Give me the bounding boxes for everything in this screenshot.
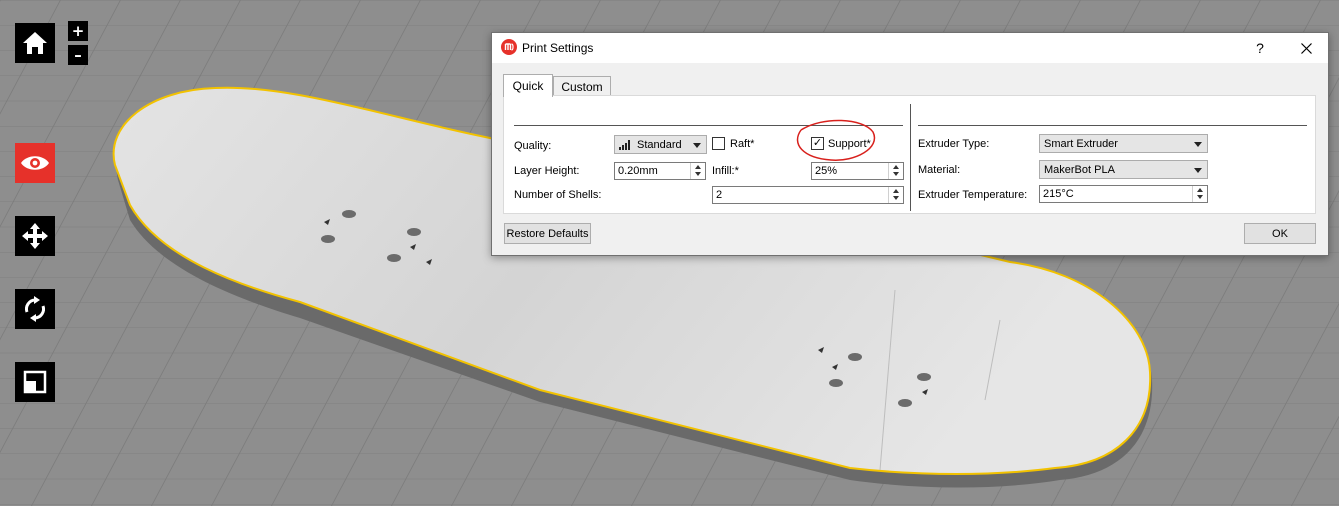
- scale-button[interactable]: [15, 362, 55, 402]
- chevron-down-icon: [1194, 168, 1202, 173]
- extruder-temperature-spinbox[interactable]: 215°C: [1039, 185, 1208, 203]
- spin-up-icon[interactable]: [1193, 186, 1207, 194]
- chevron-down-icon: [693, 143, 701, 148]
- infill-spinbox[interactable]: 25%: [811, 162, 904, 180]
- shells-stepper[interactable]: [888, 187, 903, 203]
- chevron-down-icon: [1194, 142, 1202, 147]
- rotate-button[interactable]: [15, 289, 55, 329]
- spin-down-icon[interactable]: [1193, 194, 1207, 202]
- spin-up-icon[interactable]: [889, 163, 903, 171]
- extruder-temperature-value: 215°C: [1043, 188, 1074, 200]
- move-button[interactable]: [15, 216, 55, 256]
- zoom-in-label: +: [71, 21, 85, 40]
- restore-defaults-button[interactable]: Restore Defaults: [504, 223, 591, 244]
- layer-height-value: 0.20mm: [618, 165, 658, 177]
- print-settings-dialog: Print Settings ? Quick Custom Quality: S…: [491, 32, 1329, 256]
- extruder-temperature-stepper[interactable]: [1192, 186, 1207, 202]
- right-section-divider: [918, 125, 1307, 126]
- tab-quick[interactable]: Quick: [503, 74, 553, 97]
- shells-spinbox[interactable]: 2: [712, 186, 904, 204]
- dialog-title: Print Settings: [522, 41, 594, 55]
- raft-checkbox[interactable]: [712, 137, 725, 150]
- shells-value: 2: [716, 189, 723, 201]
- quick-settings-panel: Quality: Standard Raft* ✓ Support* Layer…: [503, 95, 1316, 214]
- material-value: MakerBot PLA: [1044, 163, 1115, 176]
- extruder-type-dropdown[interactable]: Smart Extruder: [1039, 134, 1208, 153]
- zoom-out-button[interactable]: –: [68, 45, 88, 65]
- ok-button[interactable]: OK: [1244, 223, 1316, 244]
- spin-down-icon[interactable]: [691, 171, 705, 179]
- quality-bars-icon: [619, 139, 630, 150]
- material-dropdown[interactable]: MakerBot PLA: [1039, 160, 1208, 179]
- home-button[interactable]: [15, 23, 55, 63]
- quality-value: Standard: [637, 138, 682, 151]
- ok-label: OK: [1272, 227, 1288, 240]
- zoom-out-label: –: [74, 45, 82, 64]
- spin-up-icon[interactable]: [889, 187, 903, 195]
- rotate-icon: [25, 296, 45, 322]
- spin-down-icon[interactable]: [889, 171, 903, 179]
- vertical-separator: [910, 104, 911, 211]
- shells-label: Number of Shells:: [514, 189, 602, 201]
- tab-custom[interactable]: Custom: [553, 76, 611, 97]
- tab-quick-label: Quick: [512, 79, 544, 93]
- material-label: Material:: [918, 164, 961, 176]
- close-icon: [1300, 42, 1312, 54]
- spin-down-icon[interactable]: [889, 195, 903, 203]
- makerbot-icon: [501, 39, 517, 55]
- extruder-type-value: Smart Extruder: [1044, 137, 1118, 150]
- scale-icon: [23, 370, 47, 394]
- help-label: ?: [1256, 40, 1264, 56]
- quality-dropdown[interactable]: Standard: [614, 135, 707, 154]
- dialog-titlebar[interactable]: Print Settings ?: [492, 33, 1328, 63]
- annotation-circle: [796, 119, 876, 161]
- home-icon: [23, 32, 47, 54]
- extruder-temperature-label: Extruder Temperature:: [918, 189, 1028, 201]
- quality-label: Quality:: [514, 140, 552, 152]
- move-icon: [22, 223, 48, 249]
- help-button[interactable]: ?: [1246, 36, 1274, 60]
- spin-up-icon[interactable]: [691, 163, 705, 171]
- view-button[interactable]: [15, 143, 55, 183]
- close-button[interactable]: [1292, 36, 1320, 60]
- extruder-type-label: Extruder Type:: [918, 138, 990, 150]
- layer-height-label: Layer Height:: [514, 165, 580, 177]
- layer-height-spinbox[interactable]: 0.20mm: [614, 162, 706, 180]
- eye-icon: [21, 156, 49, 170]
- layer-height-stepper[interactable]: [690, 163, 705, 179]
- infill-stepper[interactable]: [888, 163, 903, 179]
- restore-defaults-label: Restore Defaults: [506, 227, 589, 240]
- raft-label: Raft*: [730, 138, 755, 150]
- tab-custom-label: Custom: [561, 80, 603, 94]
- infill-label: Infill:*: [712, 165, 739, 177]
- zoom-in-button[interactable]: +: [68, 21, 88, 41]
- infill-value: 25%: [815, 165, 838, 177]
